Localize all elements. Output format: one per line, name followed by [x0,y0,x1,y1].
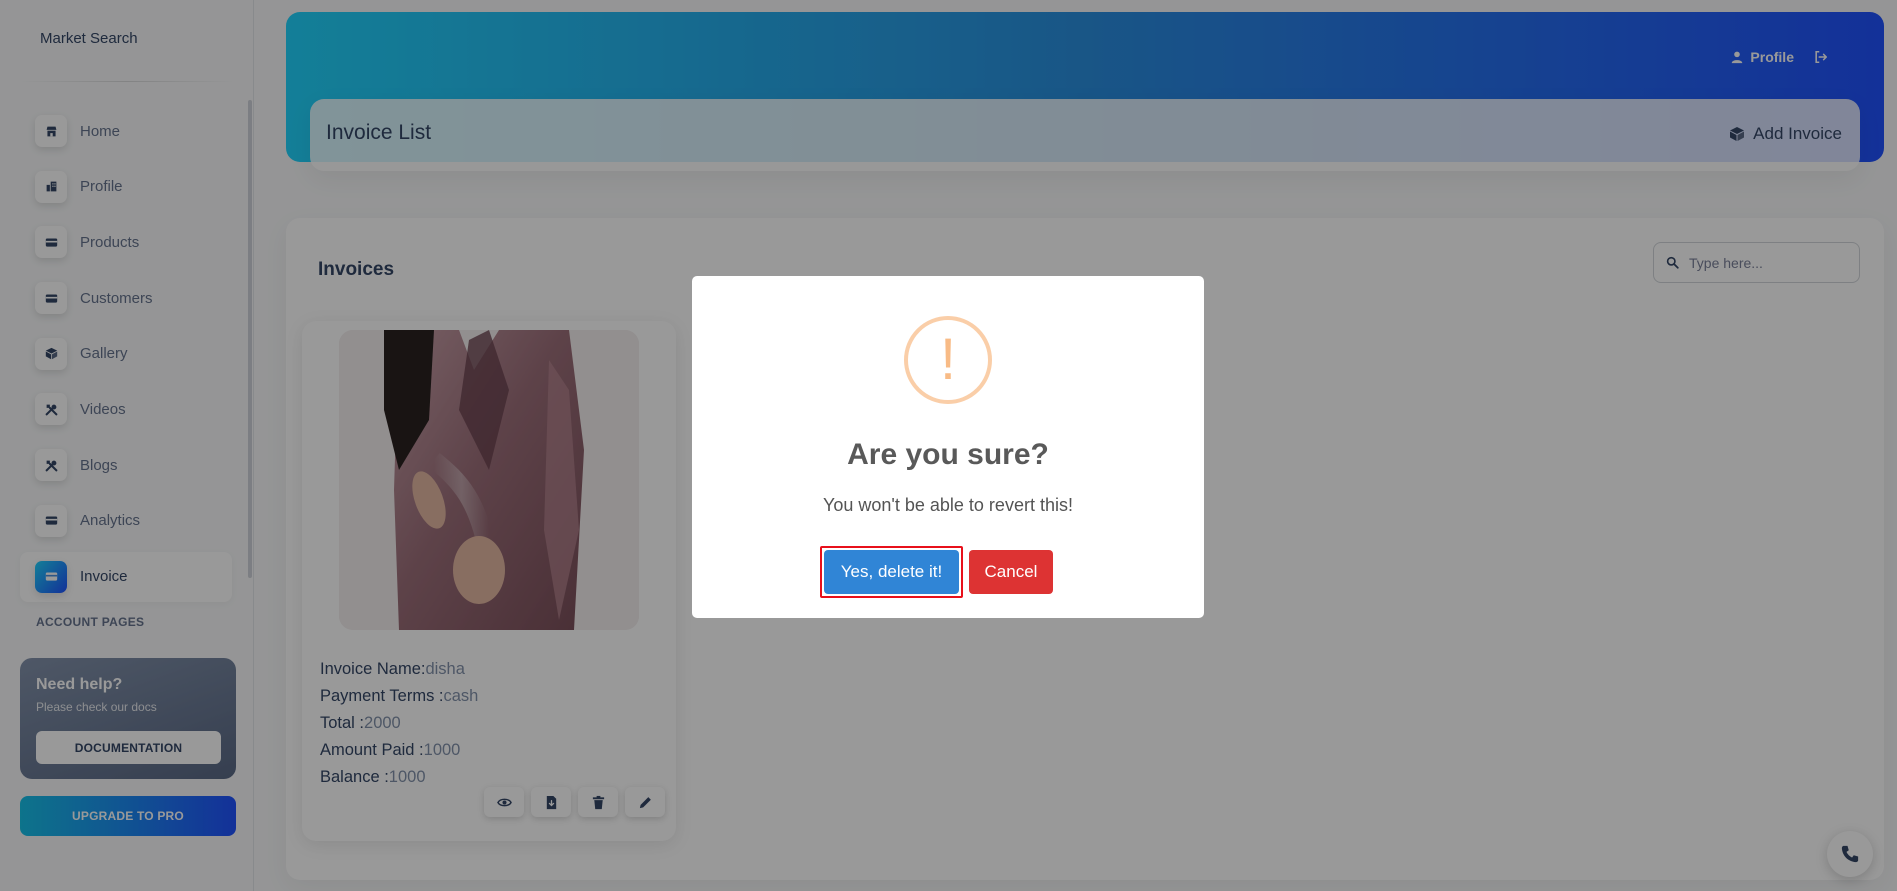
confirm-delete-dialog: ! Are you sure? You won't be able to rev… [692,276,1204,618]
confirm-delete-button[interactable]: Yes, delete it! [824,550,959,594]
warning-icon: ! [904,316,992,404]
dialog-text: You won't be able to revert this! [823,495,1073,515]
dialog-title: Are you sure? [847,438,1049,471]
confirm-button-highlight: Yes, delete it! [820,546,963,598]
dialog-actions: Yes, delete it! Cancel [820,546,1053,598]
cancel-button[interactable]: Cancel [969,550,1053,594]
